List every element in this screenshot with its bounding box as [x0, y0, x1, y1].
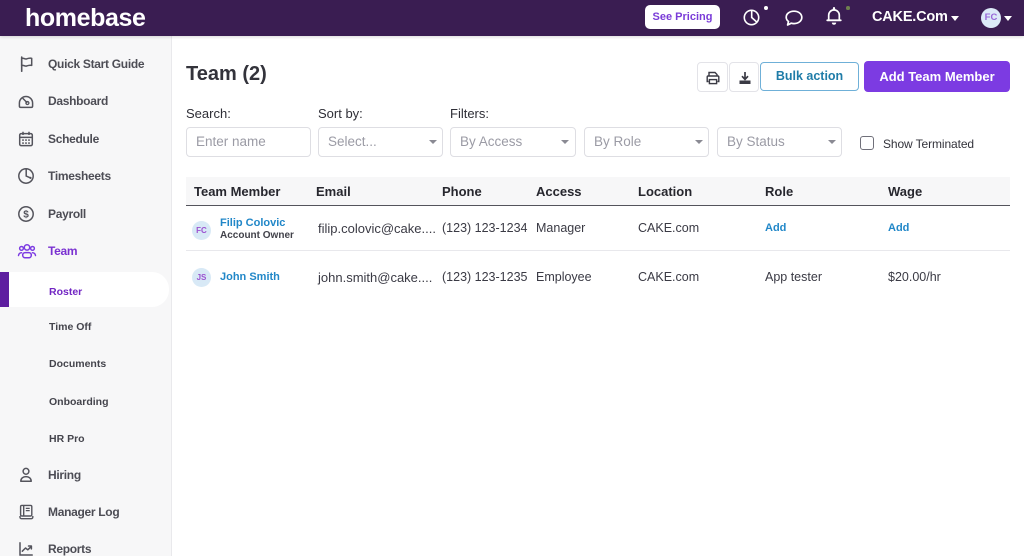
- svg-text:$: $: [23, 210, 29, 221]
